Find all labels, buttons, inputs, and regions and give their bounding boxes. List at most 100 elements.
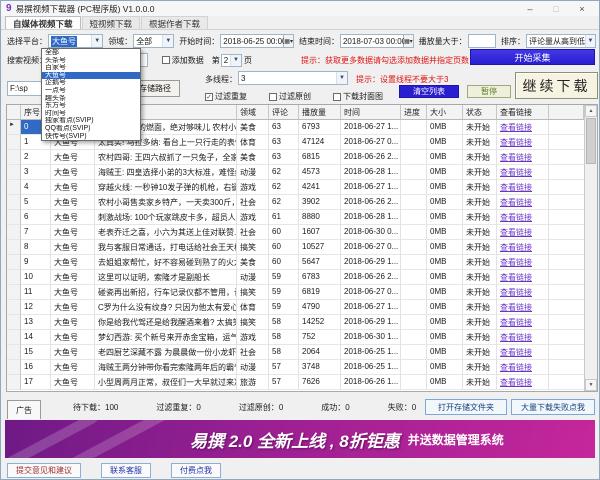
scroll-down-icon[interactable]: ▼ <box>585 379 597 391</box>
table-row[interactable]: 16大鱼号海贼王两分钟带你看完索隆两年后的霸气瞬间动漫5737482018-06… <box>7 360 597 375</box>
platform-option[interactable]: QQ看点(SVIP) <box>42 125 140 133</box>
minimize-icon[interactable]: – <box>524 4 536 14</box>
table-row[interactable]: 4 大鱼号 穿越火线: 一秒钟10发子弹的机枪，右键... 游戏 62 4241 2018-… <box>7 180 597 195</box>
filter-original-checkbox[interactable]: 过滤原创 <box>269 91 311 102</box>
end-time-input[interactable]: 2018-07-03 00:00 <box>339 34 406 48</box>
table-row[interactable]: 10 大鱼号 这里可以证明，索隆才是副船长 动漫 59 6783 2018-06-26 2.… <box>7 270 597 285</box>
cell: 大鱼号 <box>51 195 95 210</box>
table-row[interactable]: 7 大鱼号 老表乔迁之喜，小六为其送上佳对联赞... 社会 60 1607 2018-06-… <box>7 225 597 240</box>
platform-option[interactable]: 一点号 <box>42 87 140 95</box>
header-link[interactable]: 查看链接 <box>497 105 549 120</box>
view-link[interactable]: 查看链接 <box>497 165 549 180</box>
tab-shortvideo-download[interactable]: 短视频下载 <box>81 16 141 29</box>
view-link[interactable]: 查看链接 <box>497 270 549 285</box>
header-status[interactable]: 状态 <box>463 105 497 120</box>
table-row[interactable]: 9 大鱼号 去姐姐家帮忙，好不容易碰到熟了的火龙... 美食 60 5647 2018-06… <box>7 255 597 270</box>
clear-list-button[interactable]: 清空列表 <box>399 85 459 98</box>
view-link[interactable]: 查看链接 <box>497 135 549 150</box>
cell: 2064 <box>299 345 341 360</box>
view-link[interactable]: 查看链接 <box>497 255 549 270</box>
calendar-icon[interactable]: ▦▾ <box>284 34 294 48</box>
ad-tab[interactable]: 广告 <box>7 400 41 419</box>
tab-by-author-download[interactable]: 根据作者下载 <box>141 16 209 29</box>
start-collect-button[interactable]: 开始采集 <box>470 49 595 65</box>
view-link[interactable]: 查看链接 <box>497 120 549 135</box>
view-link[interactable]: 查看链接 <box>497 360 549 375</box>
platform-option[interactable]: 企鹅号 <box>42 79 140 87</box>
ad-banner[interactable]: 易撰 2.0 全新上线 , 8折钜惠 并送数据管理系统 <box>5 420 595 458</box>
cell: 未开始 <box>463 225 497 240</box>
table-row[interactable]: 13 大鱼号 你是给我代驾还是给我醒酒来着? 太搞笑了 搞笑 58 14252 2018-0… <box>7 315 597 330</box>
view-link[interactable]: 查看链接 <box>497 330 549 345</box>
view-link[interactable]: 查看链接 <box>497 195 549 210</box>
scrollbar-thumb[interactable] <box>586 118 596 164</box>
table-row[interactable]: 14 大鱼号 梦幻西游: 买个新号来开赤金宝箱，运气... 游戏 58 752 2018-0… <box>7 330 597 345</box>
tab-selfmedia-download[interactable]: 自媒体视频下载 <box>5 16 81 29</box>
platform-option[interactable]: 东方号 <box>42 102 140 110</box>
table-row[interactable]: 15 大鱼号 老四厨艺深藏不露 为晨晨做一份小龙虾晨... 社会 58 2064 2018-… <box>7 345 597 360</box>
cell: 59 <box>269 300 299 315</box>
platform-option[interactable]: 百家号 <box>42 64 140 72</box>
calendar-icon[interactable]: ▦▾ <box>403 34 414 48</box>
table-row[interactable]: 3 大鱼号 海贼王: 四皇选择小弟的3大标准，难怪红... 动漫 62 4573 2018-… <box>7 165 597 180</box>
header-plays[interactable]: 播放量 <box>299 105 341 120</box>
start-time-input[interactable]: 2018-06-25 00:00 <box>220 34 286 48</box>
cell: 社会 <box>237 345 269 360</box>
download-fail-help-button[interactable]: 大量下载失败点我 <box>511 399 595 415</box>
platform-option[interactable]: 快传号(SVIP) <box>42 133 140 141</box>
view-link[interactable]: 查看链接 <box>497 345 549 360</box>
view-link[interactable]: 查看链接 <box>497 180 549 195</box>
filter-duplicate-checkbox[interactable]: ✓ 过滤重复 <box>205 91 247 102</box>
cell: 0MB <box>427 120 463 135</box>
add-data-checkbox[interactable]: 添加数据 <box>161 55 204 66</box>
scroll-up-icon[interactable]: ▲ <box>585 105 597 117</box>
view-link[interactable]: 查看链接 <box>497 150 549 165</box>
view-link[interactable]: 查看链接 <box>497 225 549 240</box>
view-link[interactable]: 查看链接 <box>497 240 549 255</box>
header-progress[interactable]: 进度 <box>401 105 427 120</box>
table-row[interactable]: 5大鱼号农村小哥售卖家乡特产，一天卖300斤，吃...社会6239022018-… <box>7 195 597 210</box>
platform-select[interactable]: 大鱼号 ▼ <box>48 34 104 48</box>
header-field[interactable]: 领域 <box>237 105 269 120</box>
sort-select[interactable]: 评论量从高到低 ▼ <box>525 34 596 48</box>
platform-option[interactable]: 全部 <box>42 49 140 57</box>
platform-option[interactable]: 独家看点(SVIP) <box>42 117 140 125</box>
view-link[interactable]: 查看链接 <box>497 285 549 300</box>
table-row[interactable]: 2 大鱼号 农村四哥: 王四六叔抓了一只兔子，全家... 美食 63 6815 2018-0… <box>7 150 597 165</box>
view-link[interactable]: 查看链接 <box>497 210 549 225</box>
cell: 动漫 <box>237 270 269 285</box>
feedback-button[interactable]: 提交意见和建议 <box>7 463 81 478</box>
scrollbar-track[interactable] <box>585 165 597 379</box>
view-link[interactable]: 查看链接 <box>497 315 549 330</box>
plays-gt-input[interactable] <box>467 34 496 48</box>
paid-click-button[interactable]: 付费点我 <box>171 463 221 478</box>
cell: 未开始 <box>463 150 497 165</box>
page-select[interactable]: 2 ▼ <box>220 53 242 67</box>
view-link[interactable]: 查看链接 <box>497 300 549 315</box>
header-size[interactable]: 大小 <box>427 105 463 120</box>
maximize-icon[interactable]: □ <box>550 4 562 14</box>
table-row[interactable]: 17 大鱼号 小型周两月正常，叔侄们一大早就过来准... 旅游 57 7626 2018-0… <box>7 375 597 390</box>
download-cover-checkbox[interactable]: 下载封面图 <box>333 91 383 102</box>
table-row[interactable]: 12 大鱼号 C罗为什么没有纹身? 只因为他太有爱心... 体育 59 4790 2018-… <box>7 300 597 315</box>
view-link[interactable]: 查看链接 <box>497 375 549 390</box>
platform-option[interactable]: 头条号 <box>42 57 140 65</box>
platform-option[interactable]: 大鱼号 <box>42 71 140 80</box>
platform-option[interactable]: 趣头条 <box>42 95 140 103</box>
continue-download-button[interactable]: 继续下载 <box>515 72 598 99</box>
platform-option[interactable]: 时间号 <box>42 110 140 118</box>
open-folder-button[interactable]: 打开存储文件夹 <box>425 399 507 415</box>
pause-button[interactable]: 暂停 <box>467 85 511 98</box>
cell <box>401 330 427 345</box>
contact-service-button[interactable]: 联系客服 <box>101 463 151 478</box>
table-row[interactable]: 11 大鱼号 碰瓷再出新招，行车记录仪都不管用，让... 搞笑 59 6819 2018-0… <box>7 285 597 300</box>
field-select[interactable]: 全部 ▼ <box>133 34 175 48</box>
table-row[interactable]: 8 大鱼号 我与客服日常通话，打电话给社会王天枢... 搞笑 60 10527 2018-0… <box>7 240 597 255</box>
vertical-scrollbar[interactable]: ▲ ▼ <box>584 105 597 391</box>
header-time[interactable]: 时间 <box>341 105 401 120</box>
platform-dropdown[interactable]: 全部 头条号 百家号 大鱼号 企鹅号 一点号 趣头条 东方号 时间号 独家看点(SVIP) QQ看点… <box>41 48 141 142</box>
threads-select[interactable]: 3 ▼ <box>238 71 348 85</box>
table-row[interactable]: 6 大鱼号 刺激战场: 100个玩家跳皮卡多，超员人去... 游戏 61 8880 2018… <box>7 210 597 225</box>
close-icon[interactable]: × <box>576 4 588 14</box>
header-comments[interactable]: 评论 <box>269 105 299 120</box>
